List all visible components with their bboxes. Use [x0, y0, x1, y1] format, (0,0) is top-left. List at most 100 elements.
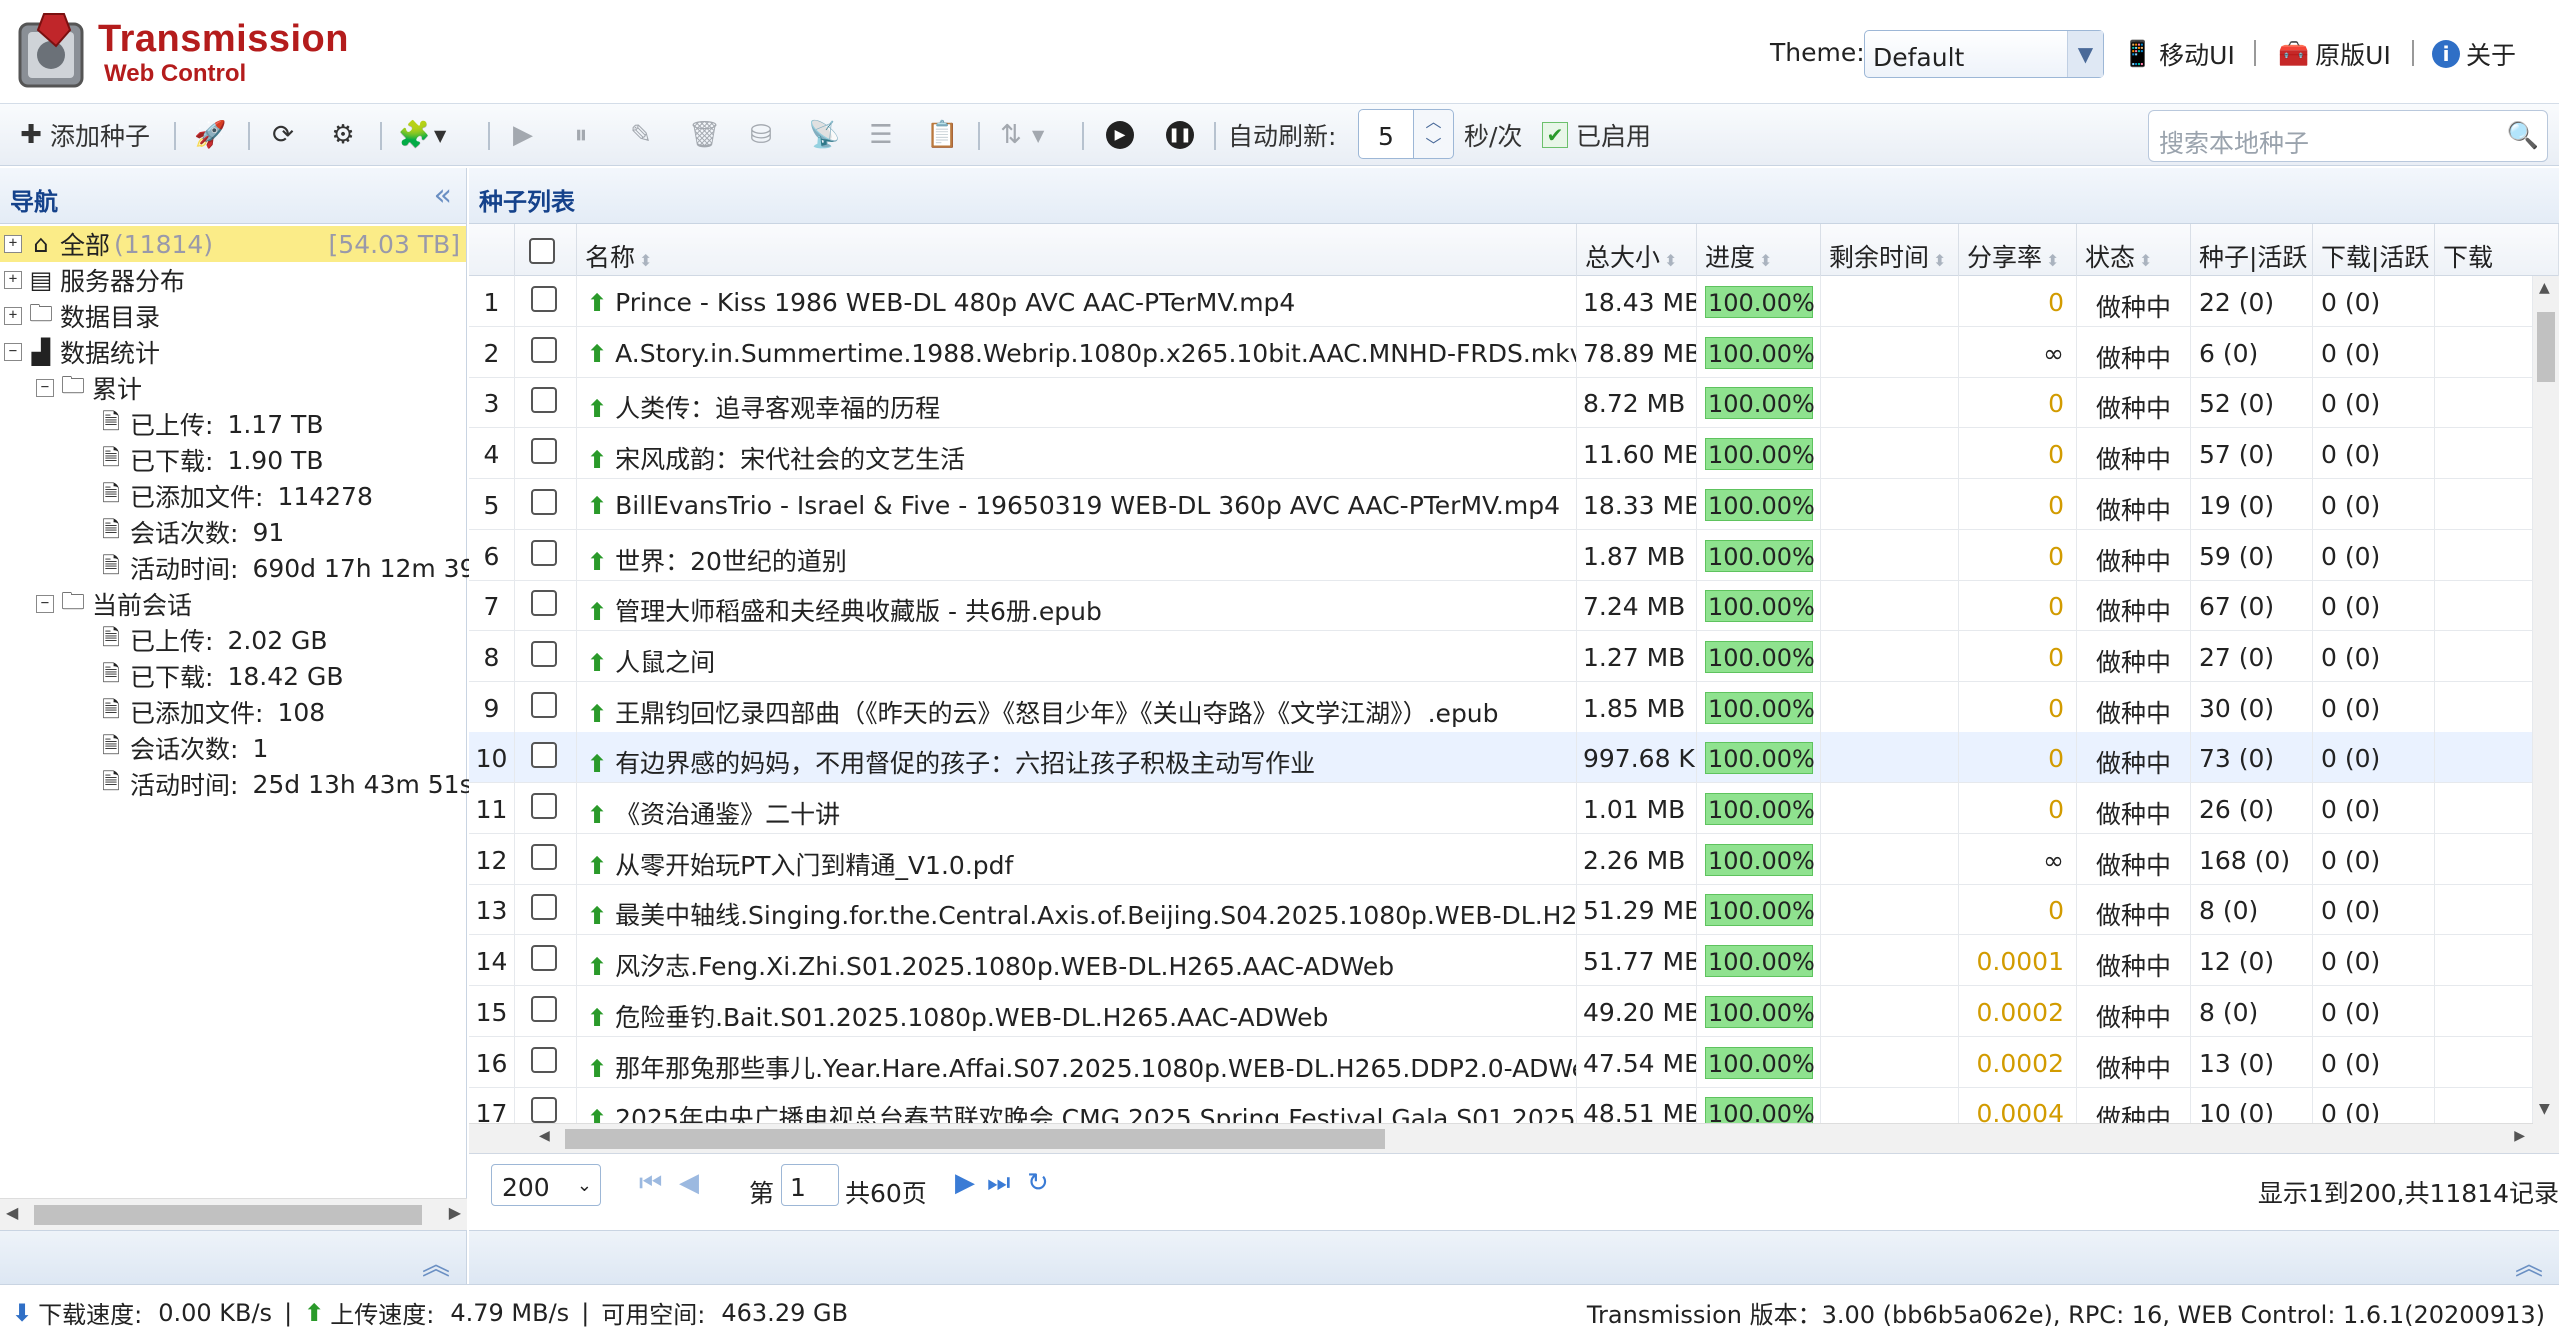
- column-download[interactable]: 下载: [2435, 224, 2559, 276]
- priority-button[interactable]: ⇅ ▼: [996, 116, 1044, 154]
- table-row[interactable]: 16 ⬆ 那年那兔那些事儿.Year.Hare.Affai.S07.2025.108…: [469, 1036, 2533, 1088]
- scroll-left-icon[interactable]: ◀: [539, 1128, 550, 1144]
- torrent-name-cell[interactable]: ⬆ 王鼎钧回忆录四部曲（《昨天的云》《怒目少年》《关山夺路》《文学江湖》）.epu…: [577, 681, 1577, 733]
- mobile-ui-link[interactable]: 📱 移动UI: [2122, 36, 2235, 72]
- table-row[interactable]: 13 ⬆ 最美中轴线.Singing.for.the.Central.Axis.of…: [469, 884, 2533, 936]
- collapse-icon[interactable]: −: [4, 343, 22, 361]
- tree-item-servers[interactable]: + ▤ 服务器分布: [0, 262, 185, 298]
- chevron-down-icon[interactable]: ▼: [2067, 31, 2103, 77]
- torrent-name-cell[interactable]: ⬆ 从零开始玩PT入门到精通_V1.0.pdf: [577, 833, 1577, 885]
- torrent-name-cell[interactable]: ⬆ 有边界感的妈妈，不用督促的孩子：六招让孩子积极主动写作业: [577, 732, 1577, 784]
- start-button[interactable]: ▶: [508, 116, 538, 154]
- column-name[interactable]: 名称 ⬍: [577, 224, 1577, 276]
- pause-all-torrents-button[interactable]: ❚❚: [1166, 116, 1194, 154]
- torrent-name-cell[interactable]: ⬆ Prince - Kiss 1986 WEB-DL 480p AVC AAC-…: [577, 276, 1577, 327]
- about-link[interactable]: i 关于: [2432, 36, 2516, 72]
- settings-button[interactable]: ⚙: [328, 116, 358, 154]
- row-checkbox[interactable]: [515, 377, 577, 429]
- scroll-left-icon[interactable]: ◀: [6, 1203, 18, 1222]
- table-row[interactable]: 14 ⬆ 风汐志.Feng.Xi.Zhi.S01.2025.1080p.WEB-DL…: [469, 935, 2533, 987]
- torrent-name-cell[interactable]: ⬆ 危险垂钓.Bait.S01.2025.1080p.WEB-DL.H265.AA…: [577, 985, 1577, 1037]
- row-checkbox[interactable]: [515, 276, 577, 327]
- delete-button[interactable]: 🗑: [688, 116, 721, 154]
- torrent-name-cell[interactable]: ⬆ 《资治通鉴》二十讲: [577, 783, 1577, 834]
- verify-button[interactable]: ⛁: [746, 116, 776, 154]
- reload-icon[interactable]: ↻: [1027, 1168, 1049, 1198]
- last-page-icon[interactable]: ⏭: [987, 1168, 1010, 1199]
- column-remaining[interactable]: 剩余时间 ⬍: [1821, 224, 1959, 276]
- refresh-button[interactable]: ⟳: [268, 116, 298, 154]
- row-checkbox[interactable]: [515, 529, 577, 581]
- start-all-torrents-button[interactable]: ▶: [1106, 116, 1134, 154]
- row-checkbox[interactable]: [515, 732, 577, 784]
- scroll-down-icon[interactable]: ▼: [2539, 1101, 2550, 1117]
- collapse-icon[interactable]: −: [36, 595, 54, 613]
- next-page-icon[interactable]: ▶: [955, 1168, 975, 1198]
- column-peers[interactable]: 下载|活跃: [2313, 224, 2435, 276]
- scroll-up-icon[interactable]: ▲: [2539, 280, 2550, 296]
- chevron-down-icon[interactable]: ﹀: [1414, 134, 1453, 158]
- table-row[interactable]: 15 ⬆ 危险垂钓.Bait.S01.2025.1080p.WEB-DL.H265.…: [469, 985, 2533, 1037]
- row-checkbox[interactable]: [515, 884, 577, 936]
- table-row[interactable]: 1 ⬆ Prince - Kiss 1986 WEB-DL 480p AVC AAC…: [469, 276, 2533, 327]
- select-all-checkbox[interactable]: [515, 224, 577, 276]
- scroll-right-icon[interactable]: ▶: [2514, 1128, 2525, 1144]
- expand-icon[interactable]: +: [4, 307, 22, 325]
- scroll-thumb[interactable]: [2537, 312, 2555, 382]
- row-checkbox[interactable]: [515, 326, 577, 378]
- torrent-name-cell[interactable]: ⬆ 人鼠之间: [577, 630, 1577, 682]
- row-checkbox[interactable]: [515, 630, 577, 682]
- page-size-select[interactable]: 200 ⌄: [491, 1164, 601, 1206]
- pause-button[interactable]: ⏸: [566, 116, 596, 154]
- row-checkbox[interactable]: [515, 478, 577, 530]
- first-page-icon[interactable]: ⏮: [639, 1168, 662, 1199]
- torrent-name-cell[interactable]: ⬆ 人类传：追寻客观幸福的历程: [577, 377, 1577, 429]
- column-status[interactable]: 状态 ⬍: [2077, 224, 2191, 276]
- tree-item-stats[interactable]: − ▟ 数据统计: [0, 334, 160, 370]
- torrent-name-cell[interactable]: ⬆ 那年那兔那些事儿.Year.Hare.Affai.S07.2025.1080p…: [577, 1036, 1577, 1088]
- left-horizontal-scrollbar[interactable]: ◀ ▶: [0, 1198, 467, 1230]
- torrent-name-cell[interactable]: ⬆ 最美中轴线.Singing.for.the.Central.Axis.of.B…: [577, 884, 1577, 936]
- tree-item-current-session[interactable]: − 🗀 当前会话: [36, 586, 192, 622]
- torrent-name-cell[interactable]: ⬆ 风汐志.Feng.Xi.Zhi.S01.2025.1080p.WEB-DL.H…: [577, 935, 1577, 987]
- scroll-thumb[interactable]: [34, 1205, 422, 1225]
- table-row[interactable]: 11 ⬆ 《资治通鉴》二十讲 1.01 MB 100.00% 0 做种中 26 (0) 0 (0…: [469, 783, 2533, 834]
- auto-refresh-toggle[interactable]: ✔ 已启用: [1542, 116, 1651, 154]
- search-input[interactable]: 搜索本地种子 🔍: [2148, 110, 2548, 162]
- row-checkbox[interactable]: [515, 985, 577, 1037]
- search-icon[interactable]: 🔍: [2507, 121, 2539, 151]
- table-row[interactable]: 7 ⬆ 管理大师稻盛和夫经典收藏版 - 共6册.epub 7.24 MB 100.00%…: [469, 580, 2533, 632]
- prev-page-icon[interactable]: ◀: [679, 1168, 699, 1198]
- row-checkbox[interactable]: [515, 428, 577, 480]
- reannounce-button[interactable]: 📡: [808, 116, 840, 154]
- chevron-up-icon[interactable]: ︿: [1414, 110, 1453, 134]
- row-checkbox[interactable]: [515, 935, 577, 987]
- table-row[interactable]: 4 ⬆ 宋风成韵：宋代社会的文艺生活 11.60 MB 100.00% 0 做种中 57 (0…: [469, 428, 2533, 480]
- expand-up-icon[interactable]: ︽: [422, 1243, 450, 1283]
- column-progress[interactable]: 进度 ⬍: [1697, 224, 1821, 276]
- copy-button[interactable]: 📋: [926, 116, 958, 154]
- torrent-name-cell[interactable]: ⬆ 世界：20世纪的道别: [577, 529, 1577, 581]
- table-row[interactable]: 6 ⬆ 世界：20世纪的道别 1.87 MB 100.00% 0 做种中 59 (0) 0 (0…: [469, 529, 2533, 581]
- row-checkbox[interactable]: [515, 833, 577, 885]
- table-row[interactable]: 9 ⬆ 王鼎钧回忆录四部曲（《昨天的云》《怒目少年》《关山夺路》《文学江湖》）.ep…: [469, 681, 2533, 733]
- column-seeds[interactable]: 种子|活跃: [2191, 224, 2313, 276]
- scroll-thumb[interactable]: [565, 1129, 1385, 1149]
- expand-icon[interactable]: +: [4, 235, 22, 253]
- table-row[interactable]: 10⬆有边界感的妈妈，不用督促的孩子：六招让孩子积极主动写作业997.68 KB…: [469, 732, 2533, 784]
- table-row[interactable]: 3 ⬆ 人类传：追寻客观幸福的历程 8.72 MB 100.00% 0 做种中 52 (0) 0…: [469, 377, 2533, 429]
- table-row[interactable]: 12 ⬆ 从零开始玩PT入门到精通_V1.0.pdf 2.26 MB 100.00% ∞ 做…: [469, 833, 2533, 885]
- torrent-name-cell[interactable]: ⬆ A.Story.in.Summertime.1988.Webrip.1080p…: [577, 326, 1577, 378]
- tree-item-cumulative[interactable]: − 🗀 累计: [36, 370, 142, 406]
- collapse-icon[interactable]: −: [36, 379, 54, 397]
- table-row[interactable]: 8 ⬆ 人鼠之间 1.27 MB 100.00% 0 做种中 27 (0) 0 (0): [469, 630, 2533, 682]
- refresh-interval-stepper[interactable]: ︿ ﹀: [1414, 109, 1454, 159]
- move-button[interactable]: ☰: [866, 116, 896, 154]
- torrent-name-cell[interactable]: ⬆ BillEvansTrio - Israel & Five - 1965031…: [577, 478, 1577, 530]
- row-checkbox[interactable]: [515, 1036, 577, 1088]
- torrent-name-cell[interactable]: ⬆ 宋风成韵：宋代社会的文艺生活: [577, 428, 1577, 480]
- vertical-scrollbar[interactable]: ▲ ▼: [2533, 276, 2559, 1153]
- original-ui-link[interactable]: 🧰 原版UI: [2278, 36, 2391, 72]
- row-checkbox[interactable]: [515, 580, 577, 632]
- tree-item-all[interactable]: + ⌂ 全部 (11814) [54.03 TB]: [0, 226, 466, 262]
